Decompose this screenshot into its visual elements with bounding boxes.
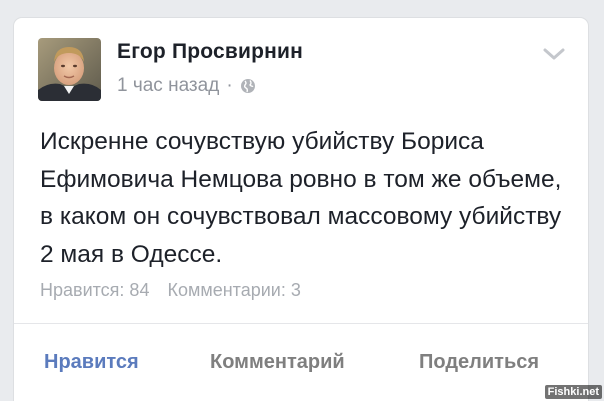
comments-count[interactable]: Комментарии: 3 [167, 280, 300, 301]
post-time[interactable]: 1 час назад [117, 75, 219, 97]
avatar-image [38, 38, 101, 101]
watermark: Fishki.net [544, 385, 602, 399]
action-bar: Нравится Комментарий Поделиться [14, 324, 588, 401]
post-meta: 1 час назад · [117, 75, 256, 97]
author-name[interactable]: Егор Просвирнин [117, 40, 303, 64]
post-text: Искренне сочувствую убийству Бориса Ефим… [40, 128, 562, 268]
avatar[interactable] [38, 38, 101, 101]
share-button[interactable]: Поделиться [419, 351, 539, 374]
post-card: Егор Просвирнин 1 час назад · Искренне с… [14, 18, 588, 401]
like-button[interactable]: Нравится [44, 351, 139, 374]
comment-button[interactable]: Комментарий [210, 351, 345, 374]
meta-separator: · [226, 75, 233, 96]
post-stats: Нравится: 84 Комментарии: 3 [40, 280, 301, 301]
globe-icon [240, 78, 256, 94]
chevron-down-icon[interactable] [542, 46, 566, 62]
likes-count[interactable]: Нравится: 84 [40, 280, 149, 301]
